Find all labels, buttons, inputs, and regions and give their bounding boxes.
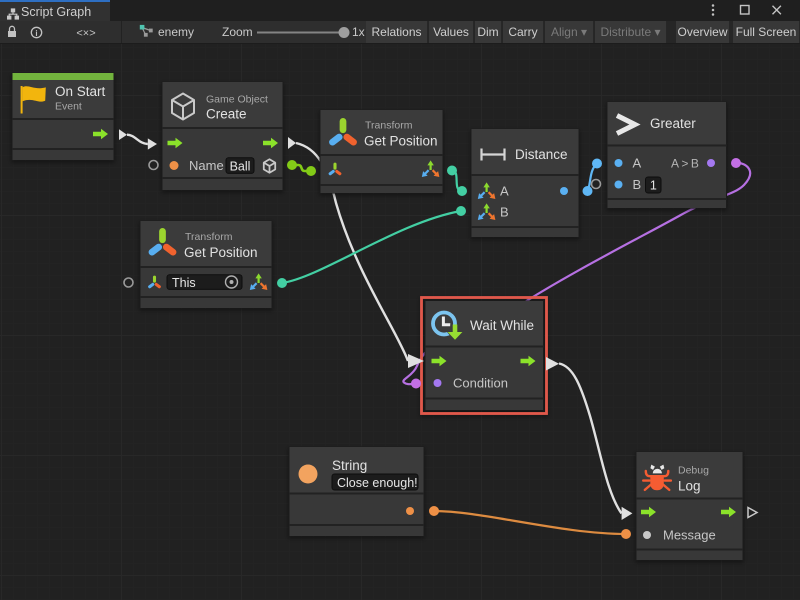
svg-text:Game Object: Game Object xyxy=(206,94,268,106)
svg-text:Close enough!: Close enough! xyxy=(337,476,418,490)
svg-text:Greater: Greater xyxy=(650,116,696,131)
svg-text:Wait While: Wait While xyxy=(470,318,534,333)
svg-text:This: This xyxy=(172,276,196,290)
svg-text:Transform: Transform xyxy=(185,231,233,243)
svg-text:Log: Log xyxy=(678,478,701,493)
svg-text:B: B xyxy=(500,205,509,220)
svg-text:Transform: Transform xyxy=(365,120,413,132)
svg-text:<×>: <×> xyxy=(76,28,95,40)
svg-text:B: B xyxy=(633,177,642,192)
svg-text:Event: Event xyxy=(55,101,82,113)
svg-text:Condition: Condition xyxy=(453,376,508,391)
svg-text:A: A xyxy=(633,156,642,171)
svg-text:Message: Message xyxy=(663,528,716,543)
svg-text:Distance: Distance xyxy=(515,147,568,162)
svg-text:String: String xyxy=(332,458,367,473)
svg-text:i: i xyxy=(35,29,37,38)
svg-text:Get Position: Get Position xyxy=(364,133,438,148)
svg-text:A > B: A > B xyxy=(671,157,699,171)
svg-text:Ball: Ball xyxy=(230,159,251,173)
svg-text:Debug: Debug xyxy=(678,465,709,477)
svg-text:Get Position: Get Position xyxy=(184,245,258,260)
svg-text:1: 1 xyxy=(650,178,657,192)
svg-text:Name: Name xyxy=(189,158,224,173)
svg-text:Create: Create xyxy=(206,106,247,121)
svg-text:A: A xyxy=(500,184,509,199)
svg-text:On Start: On Start xyxy=(55,84,106,99)
